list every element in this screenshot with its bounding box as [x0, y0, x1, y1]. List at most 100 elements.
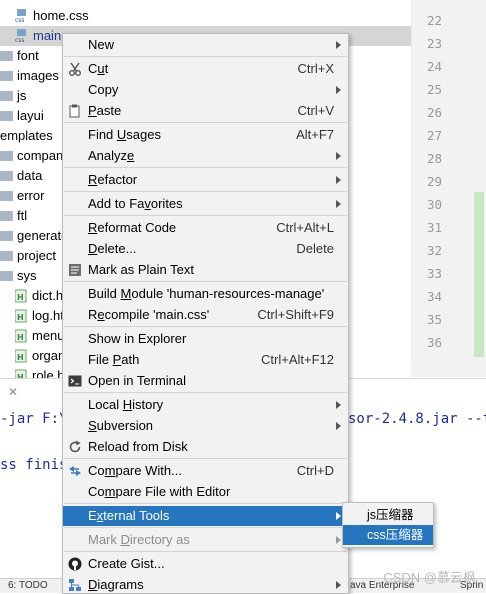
line-number: 30 [426, 197, 442, 212]
terminal-icon [68, 374, 82, 388]
tree-item-role-html[interactable]: Hrole.h [15, 366, 65, 378]
tree-item-home-css[interactable]: css home.css [15, 6, 89, 26]
menu-item-label: Create Gist... [88, 556, 165, 571]
tree-item-images[interactable]: images [0, 66, 59, 86]
menu-item-reload-from-disk[interactable]: Reload from Disk [63, 437, 348, 457]
folder-icon [0, 170, 13, 181]
menu-item-label: File Path [88, 352, 140, 367]
menu-separator [64, 56, 347, 57]
menu-item-recompile-main-css[interactable]: Recompile 'main.css' Ctrl+Shift+F9 [63, 305, 348, 325]
menu-item-diagrams[interactable]: Diagrams [63, 575, 348, 593]
tree-item-error[interactable]: error [0, 186, 44, 206]
menu-item-label: Local History [88, 397, 164, 412]
tree-item-dict-html[interactable]: Hdict.h [14, 286, 63, 306]
menu-item-label: Find Usages [88, 127, 161, 142]
menu-item-subversion[interactable]: Subversion [63, 416, 348, 436]
menu-item-new[interactable]: New [63, 35, 348, 55]
menu-item-shortcut: Ctrl+Alt+L [276, 220, 334, 235]
menu-item-create-gist[interactable]: Create Gist... [63, 554, 348, 574]
menu-item-label: Delete... [88, 241, 137, 256]
menu-separator [64, 122, 347, 123]
menu-separator [64, 167, 347, 168]
folder-icon [0, 150, 13, 161]
context-menu: New Cut Ctrl+X Copy Paste Ctrl+V Find Usages Al… [62, 33, 349, 594]
menu-item-add-to-favorites[interactable]: Add to Favorites [63, 194, 348, 214]
menu-item-refactor[interactable]: Refactor [63, 170, 348, 190]
diagram-icon [68, 578, 82, 592]
menu-item-analyze[interactable]: Analyze [63, 146, 348, 166]
menu-item-label: Compare File with Editor [88, 484, 231, 499]
menu-item-build-module-human-resources-manage[interactable]: Build Module 'human-resources-manage' [63, 284, 348, 304]
tree-item-layui[interactable]: layui [0, 106, 44, 126]
line-number: 27 [426, 128, 442, 143]
tree-item-templates[interactable]: emplates [0, 126, 53, 146]
tree-item-company[interactable]: company [0, 146, 70, 166]
folder-icon [0, 190, 13, 201]
menu-item-label: Subversion [88, 418, 154, 433]
menu-item-external-tools[interactable]: External Tools [63, 506, 348, 526]
menu-item-file-path[interactable]: File Path Ctrl+Alt+F12 [63, 350, 348, 370]
menu-item-delete[interactable]: Delete... Delete [63, 239, 348, 259]
menu-item-shortcut: Ctrl+X [297, 61, 334, 76]
css-file-icon: css [15, 8, 29, 24]
menu-item-reformat-code[interactable]: Reformat Code Ctrl+Alt+L [63, 218, 348, 238]
line-number: 23 [426, 36, 442, 51]
svg-text:css: css [15, 37, 25, 43]
svg-text:css: css [15, 17, 25, 23]
tree-item-ftl[interactable]: ftl [0, 206, 27, 226]
compare-icon [68, 464, 82, 478]
menu-item-label: External Tools [88, 508, 170, 523]
menu-item-shortcut: Ctrl+Alt+F12 [261, 352, 334, 367]
submenu-item-css-compressor[interactable]: css压缩器 [343, 525, 433, 545]
line-number: 25 [426, 82, 442, 97]
terminal-line-2: ss finis [0, 457, 68, 473]
tree-item-generator[interactable]: generato [0, 226, 68, 246]
menu-item-show-in-explorer[interactable]: Show in Explorer [63, 329, 348, 349]
menu-item-label: Add to Favorites [88, 196, 183, 211]
menu-separator [64, 281, 347, 282]
svg-text:H: H [17, 293, 24, 302]
line-number: 32 [426, 243, 442, 258]
menu-item-paste[interactable]: Paste Ctrl+V [63, 101, 348, 121]
tree-item-log-html[interactable]: Hlog.ht [14, 306, 64, 326]
submenu-item-js-compressor[interactable]: js压缩器 [343, 505, 433, 525]
submenu-arrow-icon [336, 86, 341, 94]
line-number: 34 [426, 289, 442, 304]
line-number: 24 [426, 59, 442, 74]
menu-item-find-usages[interactable]: Find Usages Alt+F7 [63, 125, 348, 145]
html-file-icon: H [14, 289, 28, 303]
menu-item-compare-with[interactable]: Compare With... Ctrl+D [63, 461, 348, 481]
todo-tab[interactable]: 6: TODO [8, 580, 48, 591]
tree-item-sys[interactable]: sys [0, 266, 37, 286]
tree-item-organ-html[interactable]: Horgan [14, 346, 65, 366]
menu-item-copy[interactable]: Copy [63, 80, 348, 100]
folder-icon [0, 110, 13, 121]
menu-item-cut[interactable]: Cut Ctrl+X [63, 59, 348, 79]
line-number: 28 [426, 151, 442, 166]
tree-item-font[interactable]: font [0, 46, 39, 66]
html-file-icon: H [14, 309, 28, 323]
tree-item-menu-html[interactable]: Hmenu [14, 326, 65, 346]
folder-icon [0, 90, 13, 101]
terminal-line-1-left: -jar F:\ [0, 411, 68, 427]
watermark: CSDN @慕云枫 [383, 570, 476, 585]
menu-item-shortcut: Ctrl+V [297, 103, 334, 118]
menu-item-label: Recompile 'main.css' [88, 307, 210, 322]
tree-item-js[interactable]: js [0, 86, 26, 106]
close-tab-icon[interactable]: ✕ [8, 385, 18, 399]
menu-item-mark-as-plain-text[interactable]: Mark as Plain Text [63, 260, 348, 280]
menu-item-label: Copy [88, 82, 119, 97]
svg-text:H: H [17, 313, 24, 322]
menu-item-shortcut: Ctrl+Shift+F9 [257, 307, 334, 322]
vcs-change-marker [474, 192, 484, 362]
menu-item-open-in-terminal[interactable]: Open in Terminal [63, 371, 348, 391]
menu-item-compare-file-with-editor[interactable]: Compare File with Editor [63, 482, 348, 502]
tree-item-data[interactable]: data [0, 166, 42, 186]
menu-item-local-history[interactable]: Local History [63, 395, 348, 415]
tree-item-project[interactable]: project [0, 246, 56, 266]
html-file-icon: H [15, 369, 28, 378]
html-file-icon: H [14, 349, 28, 363]
line-number: 35 [426, 312, 442, 327]
folder-icon [0, 250, 13, 261]
horizontal-scrollbar[interactable] [411, 357, 486, 377]
